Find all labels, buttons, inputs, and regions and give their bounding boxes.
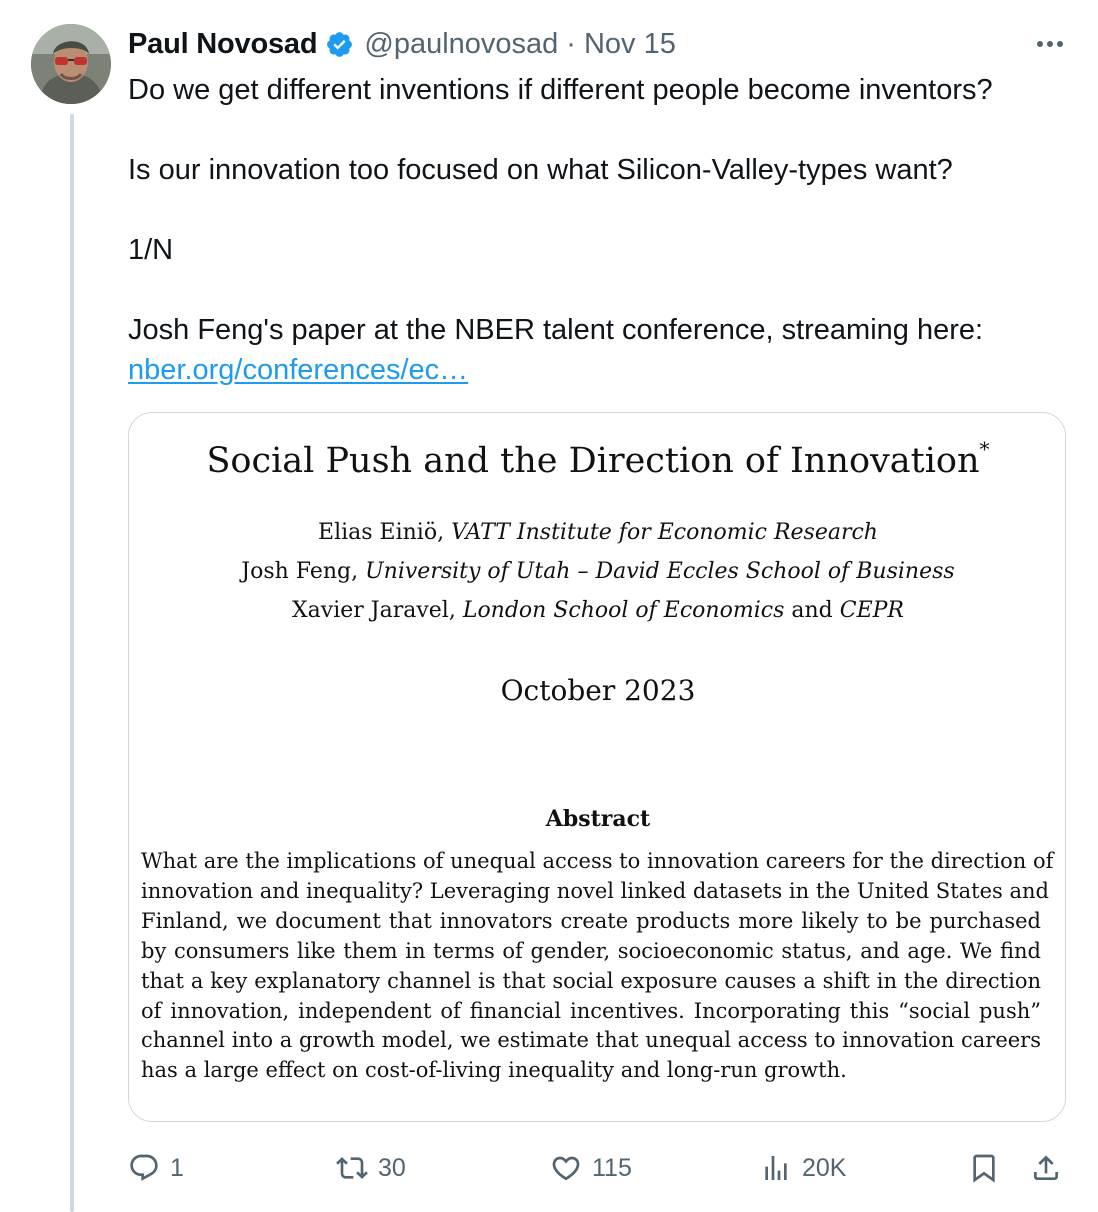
abstract-line: Finland, we document that innovators cre… bbox=[141, 908, 1041, 933]
tweet-line-2: Is our innovation too focused on what Si… bbox=[128, 154, 953, 186]
thread-line bbox=[70, 114, 74, 1212]
author-affiliation-extra: CEPR bbox=[839, 598, 904, 623]
author-line: Xavier Jaravel, London School of Economi… bbox=[129, 591, 1065, 630]
share-button[interactable] bbox=[1030, 1146, 1062, 1190]
conference-link[interactable]: nber.org/conferences/ec… bbox=[128, 354, 468, 386]
abstract-line: channel into a growth model, we estimate… bbox=[141, 1028, 1041, 1053]
paper-title-text: Social Push and the Direction of Innovat… bbox=[206, 441, 980, 481]
author-line: Josh Feng, University of Utah – David Ec… bbox=[129, 552, 1065, 591]
avatar-photo bbox=[31, 24, 111, 104]
author-name-2: Josh Feng, bbox=[241, 559, 359, 584]
abstract-line: has a large effect on cost-of-living ine… bbox=[141, 1058, 847, 1083]
tweet-header: Paul Novosad @paulnovosad · Nov 15 bbox=[128, 26, 676, 62]
abstract-line: that a key explanatory channel is that s… bbox=[141, 968, 1041, 993]
views-button[interactable]: 20K bbox=[760, 1146, 846, 1190]
tweet-date[interactable]: Nov 15 bbox=[584, 28, 676, 61]
like-icon bbox=[552, 1156, 580, 1181]
abstract-line: innovation and inequality? Leveraging no… bbox=[141, 878, 1049, 903]
attached-image[interactable]: Social Push and the Direction of Innovat… bbox=[128, 412, 1066, 1122]
author-line: Elias Einiö, VATT Institute for Economic… bbox=[129, 513, 1065, 552]
tweet-line-1: Do we get different inventions if differ… bbox=[128, 74, 993, 106]
author-name-1: Elias Einiö, bbox=[318, 520, 445, 545]
author-affiliation-3: London School of Economics bbox=[462, 598, 785, 623]
author-name-3: Xavier Jaravel, bbox=[292, 598, 456, 623]
bookmark-button[interactable] bbox=[968, 1146, 1000, 1190]
reply-count: 1 bbox=[170, 1153, 184, 1182]
tweet-line-4: Josh Feng's paper at the NBER talent con… bbox=[128, 314, 984, 346]
abstract-heading: Abstract bbox=[545, 806, 651, 832]
repost-count: 30 bbox=[378, 1153, 406, 1182]
reply-button[interactable]: 1 bbox=[128, 1146, 184, 1190]
author-conjunction: and bbox=[791, 598, 833, 623]
repost-button[interactable]: 30 bbox=[336, 1146, 406, 1190]
paper-date: October 2023 bbox=[500, 674, 696, 707]
bookmark-icon bbox=[973, 1154, 995, 1183]
more-icon[interactable] bbox=[1032, 32, 1068, 56]
views-count: 20K bbox=[802, 1153, 847, 1182]
tweet-text: Do we get different inventions if differ… bbox=[128, 70, 1068, 390]
reply-icon bbox=[130, 1154, 158, 1181]
repost-icon bbox=[336, 1157, 368, 1179]
like-count: 115 bbox=[592, 1153, 632, 1182]
tweet-line-3: 1/N bbox=[128, 234, 174, 266]
abstract-body: What are the implications of unequal acc… bbox=[141, 847, 1054, 1086]
author-handle[interactable]: @paulnovosad bbox=[364, 28, 558, 61]
paper-title: Social Push and the Direction of Innovat… bbox=[129, 427, 1065, 483]
avatar[interactable] bbox=[31, 24, 111, 104]
author-affiliation-1: VATT Institute for Economic Research bbox=[451, 520, 878, 545]
title-footnote-mark: * bbox=[979, 437, 990, 461]
abstract-line: What are the implications of unequal acc… bbox=[141, 849, 1054, 873]
author-name[interactable]: Paul Novosad bbox=[128, 28, 318, 61]
share-icon bbox=[1034, 1155, 1058, 1180]
author-affiliation-2: University of Utah – David Eccles School… bbox=[365, 559, 955, 584]
like-button[interactable]: 115 bbox=[550, 1146, 632, 1190]
tweet-actions: 1 30 115 20K bbox=[128, 1146, 1068, 1190]
abstract-line: of innovation, independent of financial … bbox=[141, 998, 1041, 1023]
verified-badge-icon bbox=[325, 30, 354, 59]
abstract-line: by consumers like them in terms of gende… bbox=[141, 938, 1041, 963]
separator-dot: · bbox=[566, 27, 576, 60]
views-icon bbox=[765, 1156, 787, 1180]
paper-authors: Elias Einiö, VATT Institute for Economic… bbox=[129, 513, 1065, 630]
